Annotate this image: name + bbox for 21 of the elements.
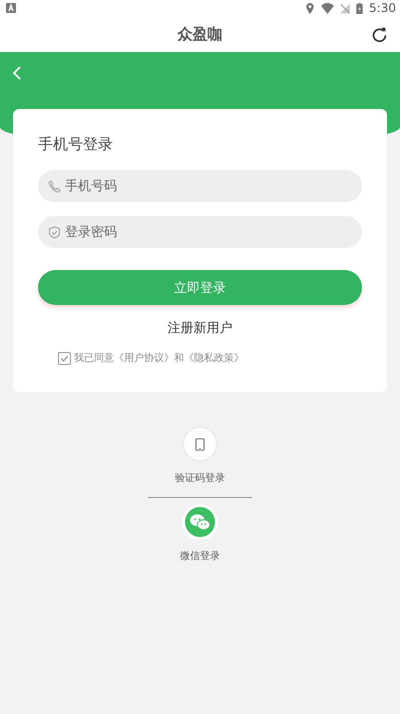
refresh-icon[interactable] [371,26,388,42]
phone-field[interactable]: 手机号码 [38,170,362,202]
wifi-icon [321,2,334,14]
back-icon[interactable] [13,66,21,80]
card-title: 手机号登录 [38,135,113,154]
battery-icon [356,2,364,14]
login-option-label: 微信登录 [180,550,220,563]
smartphone-icon [195,438,205,450]
agreement-checkbox[interactable] [58,352,71,364]
location-icon [305,2,316,14]
status-time: 5:30 [369,1,396,15]
no-signal-icon [340,2,350,14]
password-field[interactable]: 登录密码 [38,216,362,248]
login-option-label: 验证码登录 [175,472,225,485]
agreement-text: 我已同意《用户协议》和《隐私政策》 [74,352,244,365]
notification-icon [6,3,16,13]
phone-login-button[interactable] [182,426,218,462]
page-title: 众盈咖 [178,24,222,44]
register-link[interactable]: 注册新用户 [168,319,232,337]
wechat-login-button[interactable] [182,504,218,540]
wechat-icon [189,513,211,531]
